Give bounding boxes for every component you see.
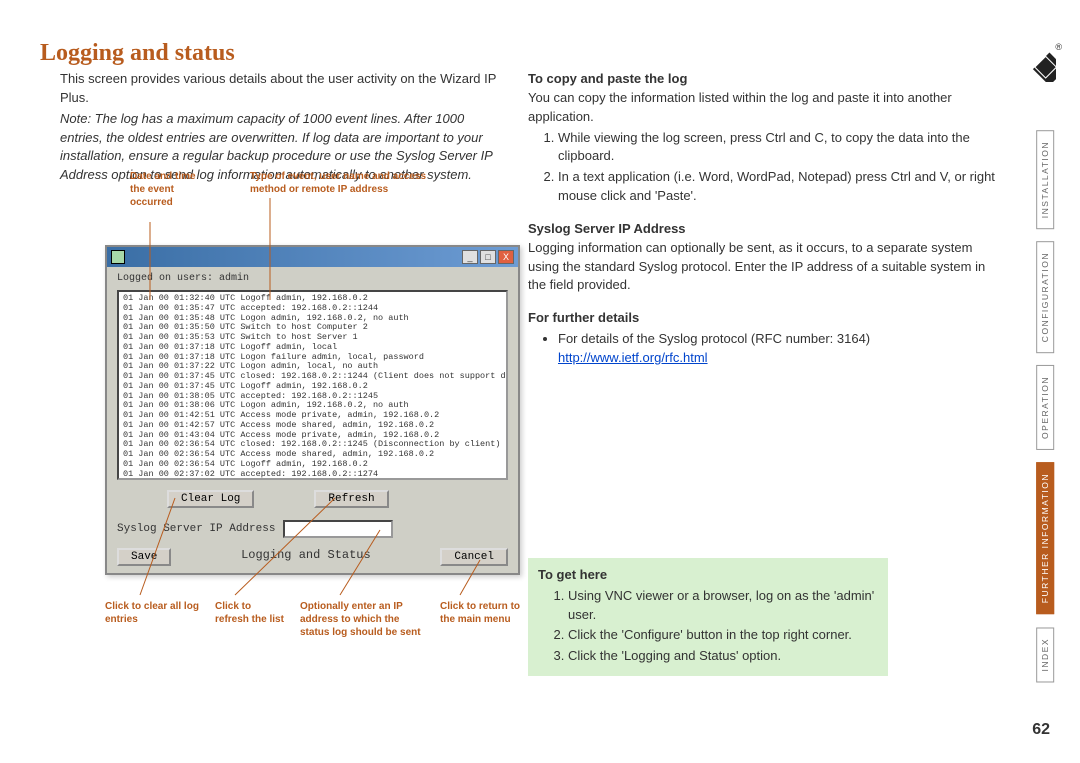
right-column: To copy and paste the log You can copy t… xyxy=(528,70,1003,676)
side-nav: INSTALLATION CONFIGURATION OPERATION FUR… xyxy=(1036,130,1054,682)
annotation-cancel: Click to return to the main menu xyxy=(440,600,520,626)
get-here-step-1: Using VNC viewer or a browser, log on as… xyxy=(568,587,878,625)
further-details-heading: For further details xyxy=(528,309,1003,328)
log-dialog: _ □ X Logged on users: admin 01 Jan 00 0… xyxy=(105,245,520,575)
clear-log-button[interactable]: Clear Log xyxy=(167,490,254,508)
registered-mark: ® xyxy=(1055,42,1062,52)
get-here-step-2: Click the 'Configure' button in the top … xyxy=(568,626,878,645)
copy-log-intro: You can copy the information listed with… xyxy=(528,89,1003,127)
save-button[interactable]: Save xyxy=(117,548,171,566)
maximize-button[interactable]: □ xyxy=(480,250,496,264)
syslog-body: Logging information can optionally be se… xyxy=(528,239,1003,296)
nav-operation[interactable]: OPERATION xyxy=(1036,365,1054,450)
nav-configuration[interactable]: CONFIGURATION xyxy=(1036,241,1054,353)
copy-step-2: In a text application (i.e. Word, WordPa… xyxy=(558,168,1003,206)
get-here-heading: To get here xyxy=(538,566,878,585)
rfc-link[interactable]: http://www.ietf.org/rfc.html xyxy=(558,350,708,365)
brand-logo xyxy=(1020,46,1056,85)
log-line: 01 Jan 00 02:37:02 UTC accepted: 192.168… xyxy=(123,470,502,480)
annotation-datetime: Date and time the event occurred xyxy=(130,170,210,209)
nav-installation[interactable]: INSTALLATION xyxy=(1036,130,1054,229)
annotation-clear-log: Click to clear all log entries xyxy=(105,600,200,626)
dialog-caption: Logging and Status xyxy=(241,548,371,566)
further-item-text: For details of the Syslog protocol (RFC … xyxy=(558,331,870,346)
copy-step-1: While viewing the log screen, press Ctrl… xyxy=(558,129,1003,167)
copy-log-heading: To copy and paste the log xyxy=(528,70,1003,89)
syslog-ip-input[interactable] xyxy=(283,520,393,538)
further-item: For details of the Syslog protocol (RFC … xyxy=(558,330,1003,368)
annotation-syslog-ip: Optionally enter an IP address to which … xyxy=(300,600,430,639)
intro-block: This screen provides various details abo… xyxy=(60,70,500,185)
titlebar: _ □ X xyxy=(107,247,518,267)
annotation-event-type: Type of event, user name and access meth… xyxy=(250,170,450,196)
page-title: Logging and status xyxy=(40,40,235,67)
to-get-here-box: To get here Using VNC viewer or a browse… xyxy=(528,558,888,676)
close-button[interactable]: X xyxy=(498,250,514,264)
nav-further-information[interactable]: FURTHER INFORMATION xyxy=(1036,462,1054,614)
nav-index[interactable]: INDEX xyxy=(1036,627,1054,682)
syslog-label: Syslog Server IP Address xyxy=(117,523,275,535)
minimize-button[interactable]: _ xyxy=(462,250,478,264)
refresh-button[interactable]: Refresh xyxy=(314,490,388,508)
app-icon xyxy=(111,250,125,264)
page-number: 62 xyxy=(1032,721,1050,739)
logged-on-users: Logged on users: admin xyxy=(107,267,518,286)
intro-text: This screen provides various details abo… xyxy=(60,70,500,108)
log-listbox[interactable]: 01 Jan 00 01:32:40 UTC Logoff admin, 192… xyxy=(117,290,508,480)
cancel-button[interactable]: Cancel xyxy=(440,548,508,566)
annotation-refresh: Click to refresh the list xyxy=(215,600,285,626)
syslog-heading: Syslog Server IP Address xyxy=(528,220,1003,239)
get-here-step-3: Click the 'Logging and Status' option. xyxy=(568,647,878,666)
